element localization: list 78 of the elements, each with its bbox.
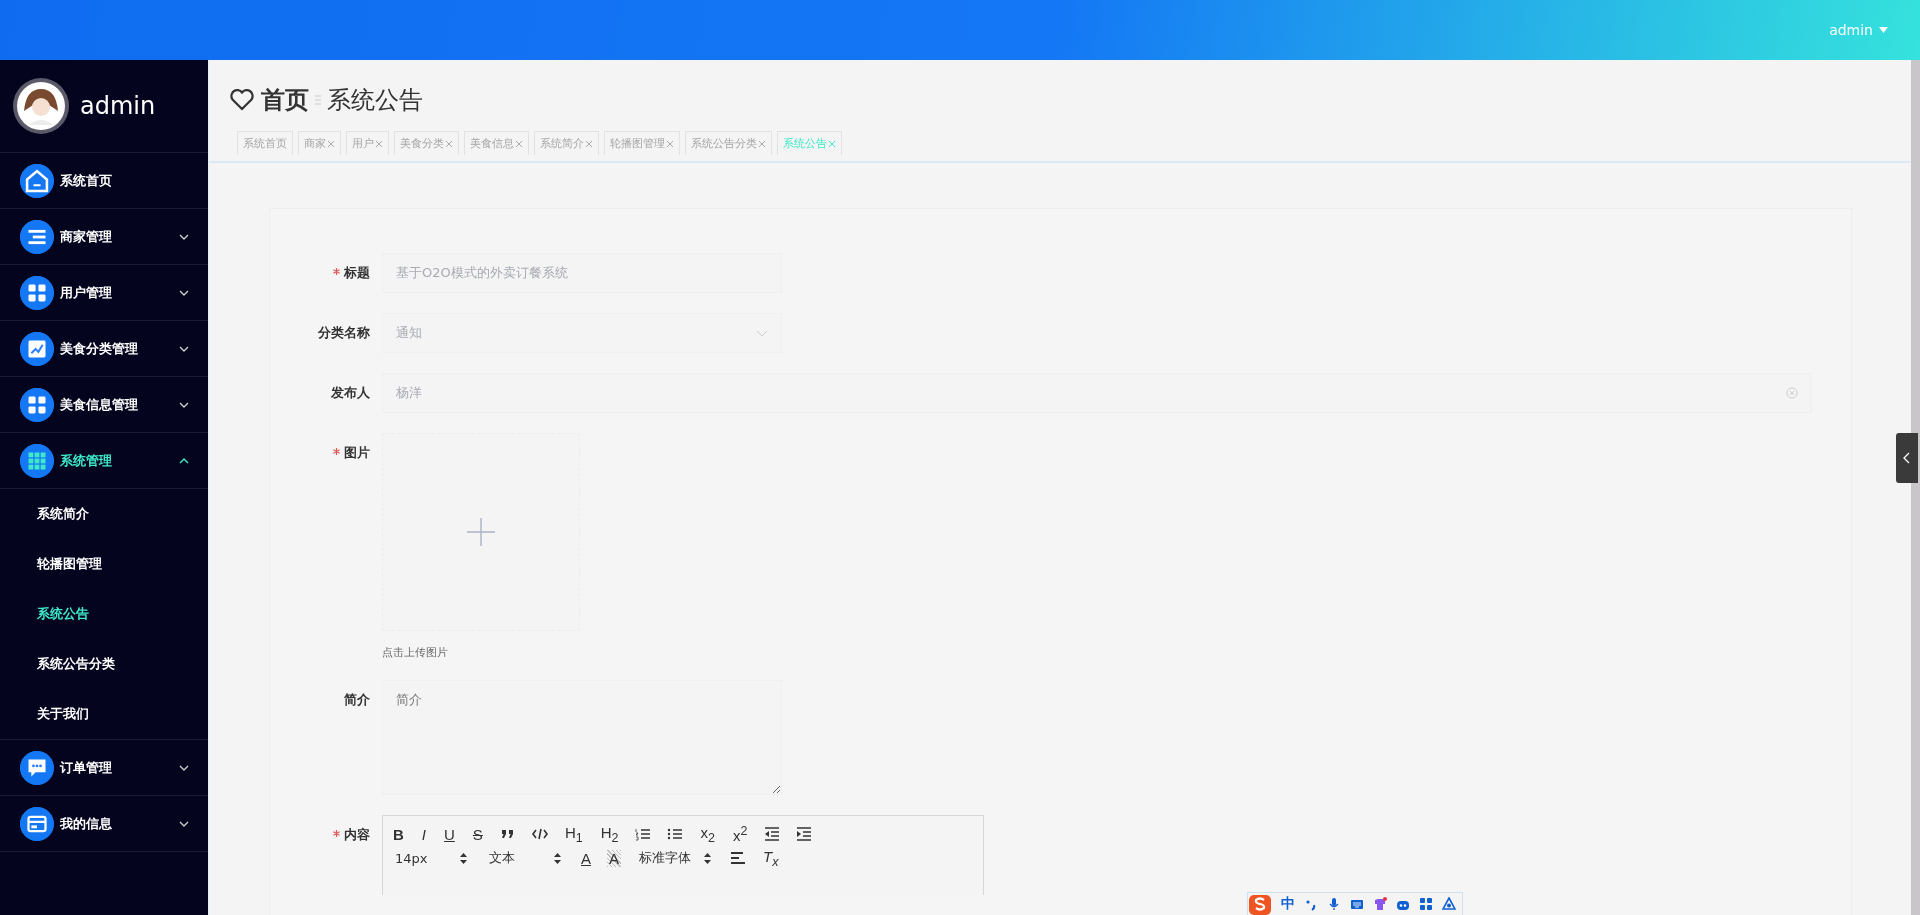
breadcrumb-link[interactable]: 首页	[261, 84, 309, 116]
format-button[interactable]: H$_{1}$	[562, 823, 585, 845]
format-dropdown[interactable]: 文本	[485, 849, 565, 867]
format-button[interactable]: U	[442, 825, 457, 843]
menu-icon	[20, 387, 54, 422]
menu-label: 订单管理	[60, 758, 113, 777]
apps-icon[interactable]	[1419, 897, 1433, 911]
field-value: 基于O2O模式的外卖订餐系统	[396, 264, 568, 282]
format-dropdown[interactable]: 14px	[391, 850, 471, 866]
align-left-icon[interactable]	[729, 849, 748, 867]
format-button[interactable]: T$_{x}$	[761, 847, 781, 869]
keyboard-icon[interactable]	[1350, 897, 1364, 911]
menu-icon	[20, 443, 54, 478]
field-value: 通知	[396, 324, 422, 342]
submenu-item[interactable]: 轮播图管理	[0, 539, 208, 589]
breadcrumb-current: 系统公告	[327, 85, 423, 116]
textarea-field[interactable]: 简介	[382, 680, 782, 795]
menu-label: 系统管理	[60, 451, 113, 470]
ime-logo-icon[interactable]	[1248, 893, 1272, 915]
menu-label: 美食分类管理	[60, 339, 139, 358]
field-label: 内容	[344, 826, 370, 844]
upload-hint: 点击上传图片	[382, 645, 449, 660]
heart-icon	[229, 88, 255, 112]
sort-icon	[704, 852, 712, 864]
settings-icon[interactable]	[1442, 897, 1456, 911]
username: admin	[80, 92, 156, 120]
menu-item[interactable]: 商家管理	[0, 209, 208, 265]
field-label: 标题	[344, 264, 370, 282]
field-label: 发布人	[331, 384, 370, 402]
format-button[interactable]: I	[419, 825, 428, 843]
menu-icon	[20, 806, 54, 841]
submenu-item[interactable]: 系统公告分类	[0, 639, 208, 689]
field-label: 图片	[344, 444, 370, 462]
skin-icon[interactable]	[1373, 897, 1387, 911]
menu-item[interactable]: 订单管理	[0, 740, 208, 796]
submenu-item[interactable]: 系统公告	[0, 589, 208, 639]
sort-icon	[554, 852, 561, 864]
format-button[interactable]: x$^{2}$	[730, 824, 750, 844]
format-button[interactable]: B	[391, 825, 406, 843]
menu-icon	[20, 275, 54, 310]
microphone-icon[interactable]	[1327, 897, 1341, 911]
menu-item[interactable]: 我的信息	[0, 796, 208, 852]
menu-item[interactable]: 系统管理	[0, 433, 208, 489]
field-label: 简介	[344, 691, 370, 709]
format-dropdown[interactable]: 标准字体	[635, 849, 716, 867]
caret-icon	[1879, 26, 1888, 34]
menu-icon	[20, 750, 54, 785]
format-button[interactable]: S	[470, 825, 485, 843]
format-button[interactable]: H$_{2}$	[598, 823, 621, 845]
menu-item[interactable]: 系统首页	[0, 153, 208, 209]
format-button[interactable]: A	[579, 849, 593, 867]
collapse-handle[interactable]	[1896, 433, 1918, 483]
menu-label: 系统首页	[60, 171, 113, 190]
submenu-item[interactable]: 关于我们	[0, 689, 208, 739]
avatar	[12, 77, 70, 135]
scrollbar[interactable]	[1911, 60, 1920, 915]
rich-text-editor[interactable]: B I U S H$_{1}$ H$_{2}$ x$_{2}$ x$^{2}$ 14px 文本 A A 标准字体 T$_{x}$	[382, 815, 984, 895]
menu-label: 商家管理	[60, 227, 113, 246]
menu-icon	[20, 331, 54, 366]
menu-label: 我的信息	[60, 814, 113, 833]
menu-item[interactable]: 美食分类管理	[0, 321, 208, 377]
menu-item[interactable]: 用户管理	[0, 265, 208, 321]
plus-icon	[467, 518, 495, 546]
outdent-icon[interactable]	[763, 825, 782, 843]
sort-icon	[460, 852, 467, 864]
menu-icon	[20, 219, 54, 254]
menu-label: 用户管理	[60, 283, 113, 302]
chevron-left-icon	[1903, 452, 1911, 464]
field-value: 杨洋	[396, 384, 422, 402]
menu-icon	[20, 163, 54, 198]
indent-icon[interactable]	[795, 825, 814, 843]
submenu-item[interactable]: 系统简介	[0, 489, 208, 539]
format-button[interactable]: x$_{2}$	[698, 823, 717, 845]
format-button[interactable]: A	[607, 849, 622, 867]
field-label: 分类名称	[318, 324, 370, 342]
menu-item[interactable]: 美食信息管理	[0, 377, 208, 433]
menu-label: 美食信息管理	[60, 395, 139, 414]
ime-mode-toggle[interactable]: 中	[1281, 895, 1295, 913]
